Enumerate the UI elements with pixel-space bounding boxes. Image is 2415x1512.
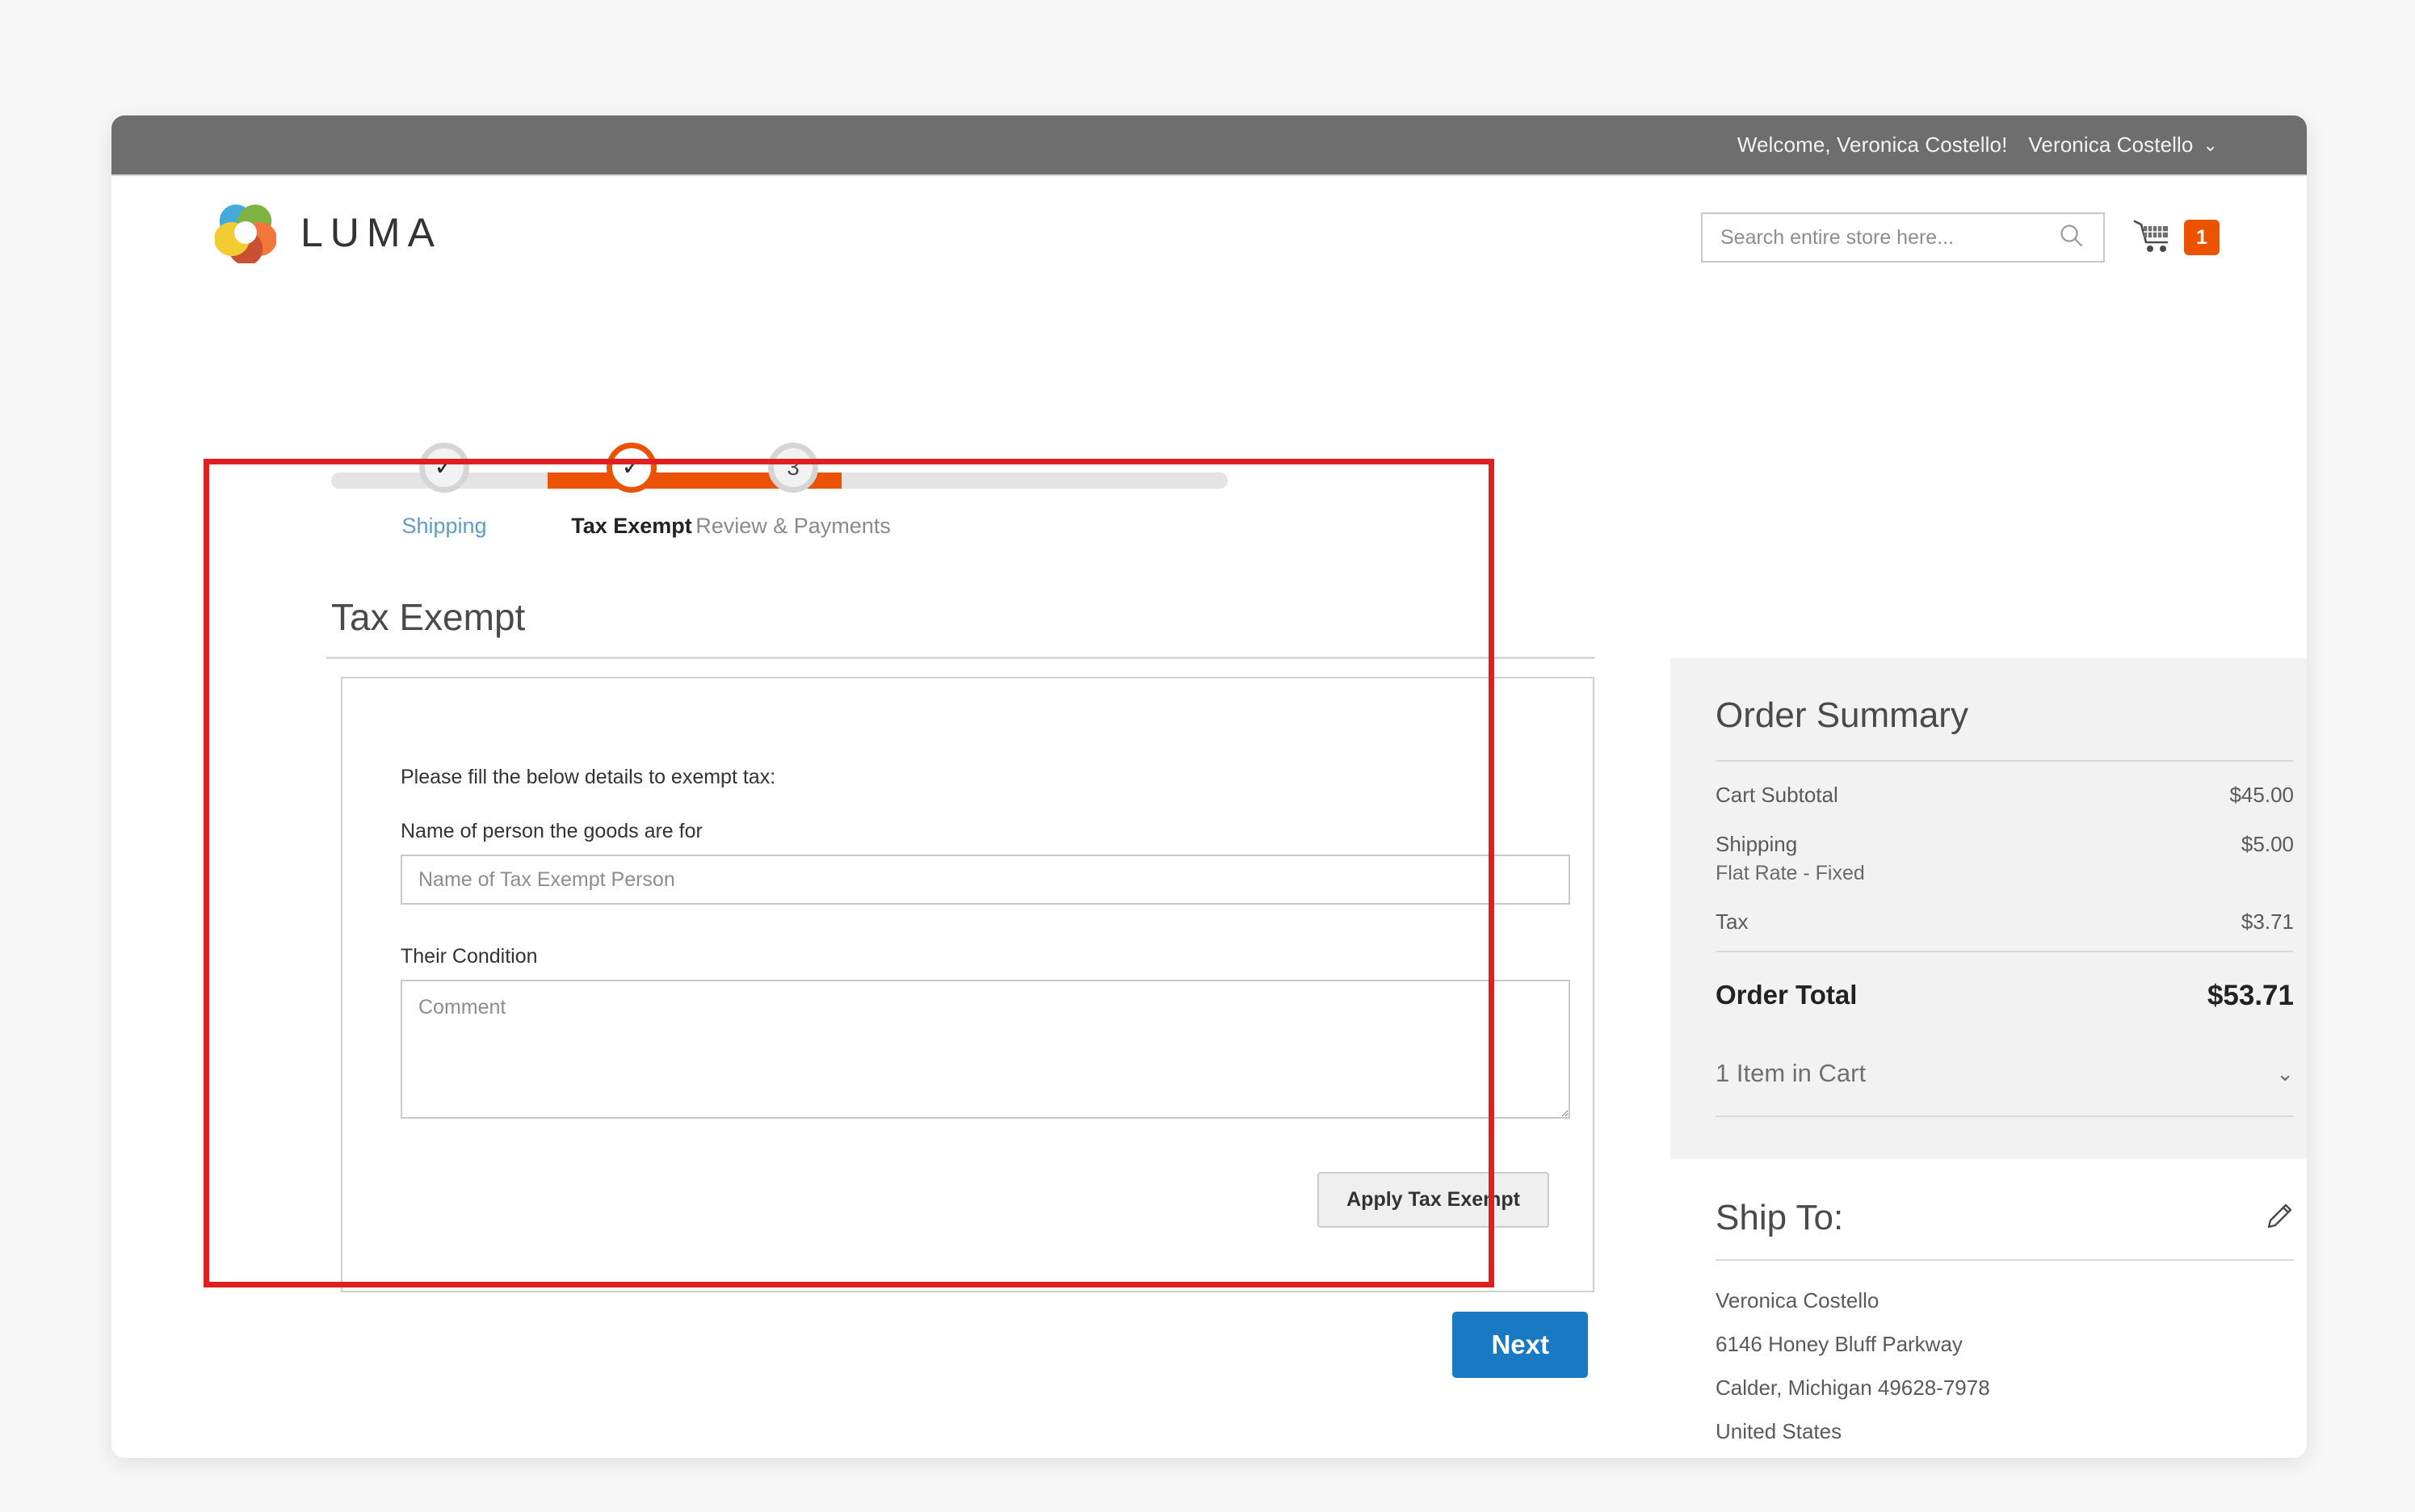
cart-count-badge: 1 <box>2184 220 2220 255</box>
step-shipping-bullet: ✓ <box>419 443 469 493</box>
step-tax-exempt-label: Tax Exempt <box>571 514 692 538</box>
address-line-country: United States <box>1716 1419 1842 1443</box>
screenshot-canvas: Welcome, Veronica Costello! Veronica Cos… <box>0 0 2415 1512</box>
account-menu-label: Veronica Costello <box>2028 132 2194 157</box>
step-tax-exempt-bullet: ✓ <box>607 443 657 493</box>
check-icon: ✓ <box>434 454 455 481</box>
edit-pencil-icon[interactable] <box>2265 1202 2294 1235</box>
tax-exempt-condition-textarea[interactable] <box>401 980 1570 1119</box>
checkout-progress-bar: ✓ Shipping ✓ Tax Exempt 3 Review & Payme… <box>331 443 1228 556</box>
account-topbar: Welcome, Veronica Costello! Veronica Cos… <box>111 116 2307 176</box>
summary-row-tax: Tax $3.71 <box>1716 888 2294 951</box>
title-divider <box>326 657 1594 659</box>
minicart[interactable]: 1 <box>2132 216 2220 259</box>
form-helper-text: Please fill the below details to exempt … <box>401 766 776 788</box>
next-button[interactable]: Next <box>1452 1312 1588 1378</box>
header-actions: 1 <box>1701 212 2220 262</box>
condition-field-label: Their Condition <box>401 945 538 968</box>
search-box[interactable] <box>1701 212 2105 262</box>
tax-exempt-form-card: Please fill the below details to exempt … <box>341 677 1594 1292</box>
step-review-payments-bullet: 3 <box>768 443 818 493</box>
shopping-cart-icon[interactable] <box>2132 216 2174 259</box>
address-line-city-state-zip: Calder, Michigan 49628-7978 <box>1716 1376 1990 1400</box>
summary-row-label: Cart Subtotal <box>1716 783 1838 807</box>
summary-divider-bottom <box>1716 1115 2294 1117</box>
check-icon: ✓ <box>621 454 642 481</box>
summary-row-value: $3.71 <box>2241 909 2294 934</box>
apply-tax-exempt-button[interactable]: Apply Tax Exempt <box>1317 1172 1549 1228</box>
summary-row-sublabel: Flat Rate - Fixed <box>1716 862 1865 884</box>
shipping-address: Veronica Costello 6146 Honey Bluff Parkw… <box>1716 1261 2294 1458</box>
ship-to-panel: Ship To: Veronica Costello 6146 Honey Bl… <box>1670 1159 2307 1458</box>
order-summary-title: Order Summary <box>1716 695 1968 735</box>
items-in-cart-toggle[interactable]: 1 Item in Cart ⌄ <box>1716 1038 2294 1115</box>
order-total-value: $53.71 <box>2207 980 2294 1011</box>
search-input[interactable] <box>1703 225 2058 250</box>
chevron-down-icon: ⌄ <box>2203 135 2218 155</box>
browser-window: Welcome, Veronica Costello! Veronica Cos… <box>111 116 2307 1458</box>
name-field-label: Name of person the goods are for <box>401 820 703 842</box>
address-line-name: Veronica Costello <box>1716 1288 1880 1312</box>
summary-row-shipping: Shipping Flat Rate - Fixed $5.00 <box>1716 811 2294 888</box>
checkout-sidebar: Order Summary Cart Subtotal $45.00 Shipp… <box>1670 658 2307 1458</box>
summary-row-label-group: Shipping Flat Rate - Fixed <box>1716 832 1865 885</box>
search-icon[interactable] <box>2058 222 2085 254</box>
summary-row-value: $45.00 <box>2229 783 2294 807</box>
step-review-payments-label: Review & Payments <box>695 514 891 538</box>
logo-link[interactable]: LUMA <box>215 202 442 263</box>
next-button-row: Next <box>323 1312 1588 1378</box>
summary-row-label: Tax <box>1716 909 1749 934</box>
summary-row-cart-subtotal: Cart Subtotal $45.00 <box>1716 762 2294 811</box>
order-total-label: Order Total <box>1716 980 1858 1010</box>
ship-to-title: Ship To: <box>1716 1198 1844 1237</box>
step-tax-exempt[interactable]: ✓ Tax Exempt <box>551 443 712 539</box>
step-review-payments[interactable]: 3 Review & Payments <box>695 443 891 539</box>
logo-wordmark: LUMA <box>300 210 442 255</box>
ship-to-header: Ship To: <box>1716 1198 2294 1259</box>
step-shipping[interactable]: ✓ Shipping <box>363 443 525 539</box>
welcome-message: Welcome, Veronica Costello! <box>1737 132 2008 157</box>
site-header: LUMA Search entire store here... 1 <box>111 176 2307 299</box>
apply-button-row: Apply Tax Exempt <box>1317 1172 1549 1228</box>
field-spacer <box>401 905 1593 945</box>
address-line-street: 6146 Honey Bluff Parkway <box>1716 1332 1963 1356</box>
chevron-down-icon: ⌄ <box>2276 1060 2294 1086</box>
items-in-cart-label: 1 Item in Cart <box>1716 1059 1867 1087</box>
luma-logo-icon <box>215 202 276 263</box>
summary-row-order-total: Order Total $53.71 <box>1716 952 2294 1038</box>
order-summary-panel: Order Summary Cart Subtotal $45.00 Shipp… <box>1670 658 2307 1159</box>
summary-row-label: Shipping <box>1716 832 1798 856</box>
step-number: 3 <box>787 455 800 480</box>
tax-exempt-name-input[interactable] <box>401 855 1570 905</box>
page-title: Tax Exempt <box>331 596 526 638</box>
tax-exempt-form: Please fill the below details to exempt … <box>342 678 1593 1119</box>
account-menu-link[interactable]: Veronica Costello ⌄ <box>2028 132 2218 158</box>
summary-row-value: $5.00 <box>2241 832 2294 856</box>
step-shipping-label: Shipping <box>401 514 487 538</box>
tax-exempt-section: Tax Exempt Please fill the below details… <box>323 582 1598 1378</box>
